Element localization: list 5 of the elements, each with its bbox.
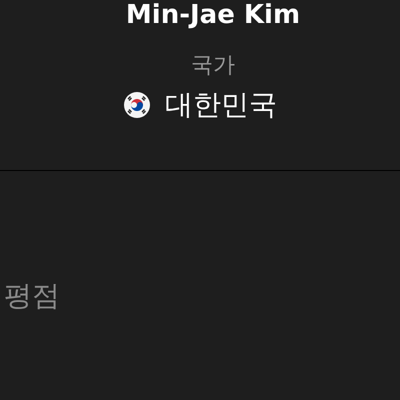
profile-name: Min-Jae Kim	[126, 0, 300, 30]
flag-icon	[123, 91, 151, 119]
country-name: 대한민국	[165, 88, 277, 122]
rating-label: 평점	[4, 279, 60, 313]
country-label: 국가	[191, 52, 235, 80]
